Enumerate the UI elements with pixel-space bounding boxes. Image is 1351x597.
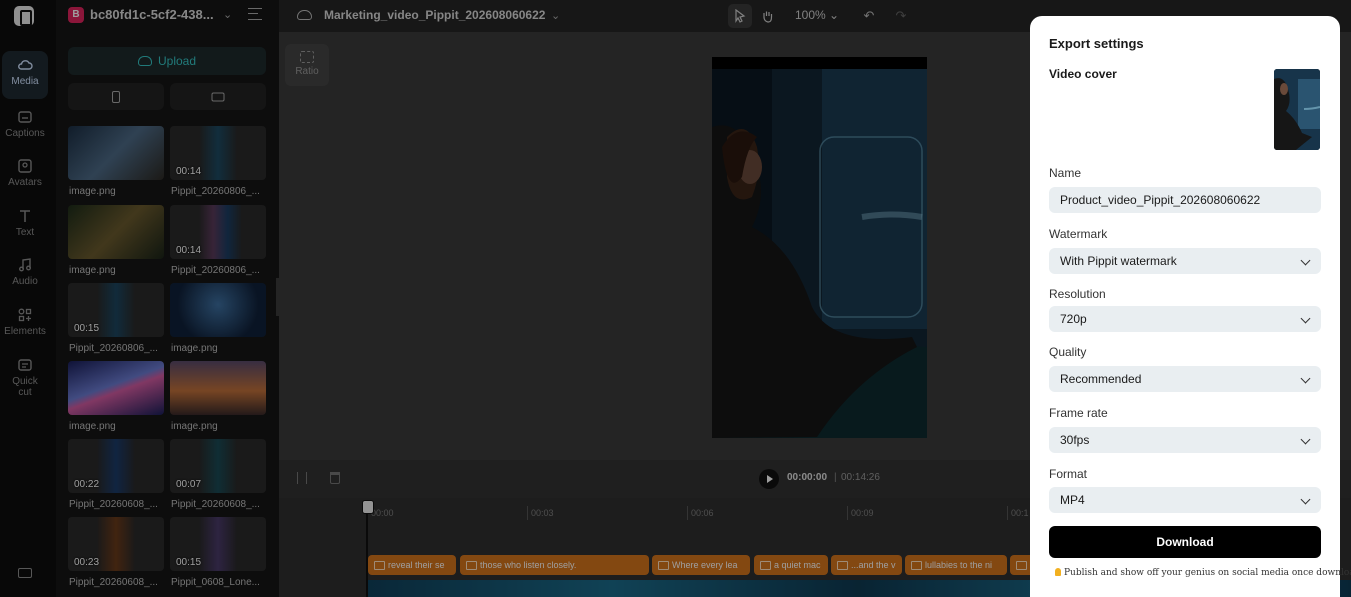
framerate-label: Frame rate — [1049, 406, 1108, 420]
cover-image — [1274, 69, 1320, 150]
chevron-down-icon — [1300, 434, 1311, 445]
quality-value: Recommended — [1060, 372, 1142, 386]
quality-label: Quality — [1049, 345, 1087, 359]
resolution-value: 720p — [1060, 312, 1087, 326]
format-value: MP4 — [1060, 493, 1085, 507]
framerate-value: 30fps — [1060, 433, 1090, 447]
format-select[interactable]: MP4 — [1049, 487, 1321, 513]
chevron-down-icon — [1300, 494, 1311, 505]
resolution-label: Resolution — [1049, 287, 1106, 301]
video-cover-thumbnail[interactable] — [1274, 69, 1320, 150]
chevron-down-icon — [1300, 373, 1311, 384]
name-input[interactable]: Product_video_Pippit_202608060622 — [1049, 187, 1321, 213]
watermark-label: Watermark — [1049, 227, 1108, 241]
watermark-value: With Pippit watermark — [1060, 254, 1177, 268]
quality-select[interactable]: Recommended — [1049, 366, 1321, 392]
download-tip: Publish and show off your genius on soci… — [1055, 568, 1351, 578]
watermark-select[interactable]: With Pippit watermark — [1049, 248, 1321, 274]
chevron-down-icon — [1300, 255, 1311, 266]
resolution-select[interactable]: 720p — [1049, 306, 1321, 332]
export-settings-panel: Export settings Video cover Name Product… — [1030, 16, 1351, 597]
name-label: Name — [1049, 166, 1082, 180]
framerate-select[interactable]: 30fps — [1049, 427, 1321, 453]
tip-text: Publish and show off your genius on soci… — [1064, 568, 1351, 578]
format-label: Format — [1049, 467, 1088, 481]
lightbulb-icon — [1055, 568, 1061, 576]
export-title: Export settings — [1049, 36, 1144, 51]
chevron-down-icon — [1300, 313, 1311, 324]
download-button[interactable]: Download — [1049, 526, 1321, 558]
video-cover-label: Video cover — [1049, 67, 1117, 81]
